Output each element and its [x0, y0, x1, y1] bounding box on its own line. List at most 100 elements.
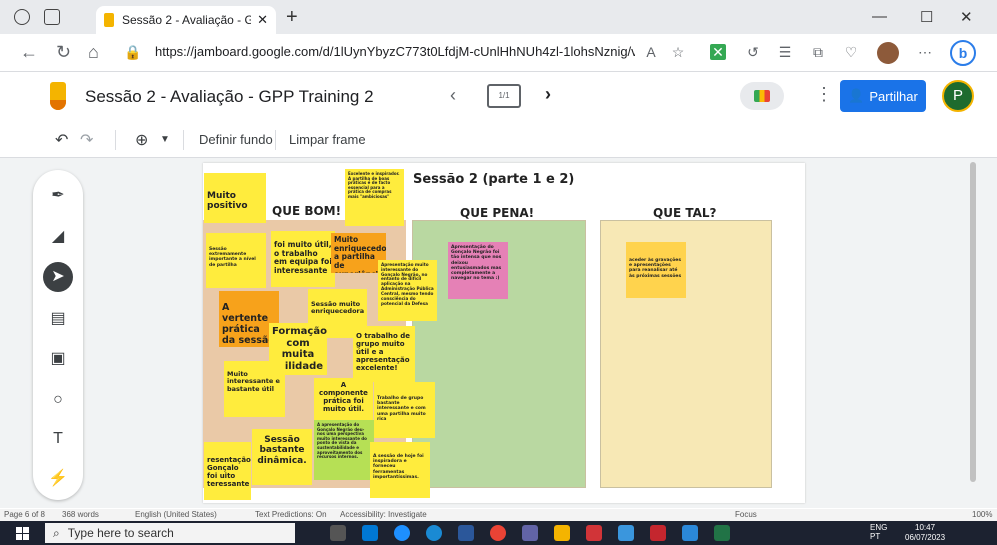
browser-essentials-icon[interactable]: ♡	[843, 44, 859, 60]
board-title: Sessão 2 (parte 1 e 2)	[413, 172, 575, 187]
minimize-icon[interactable]: —	[872, 8, 887, 25]
sticky-note[interactable]: Sessão extremamente importante a nível d…	[206, 233, 266, 288]
sticky-note[interactable]: aceder às gravações e apresentações para…	[626, 242, 686, 298]
text-box-icon[interactable]: T	[46, 427, 70, 451]
address-input[interactable]: https://jamboard.google.com/d/1lUynYbyzC…	[155, 44, 635, 59]
zoom-level[interactable]: 100%	[972, 510, 992, 519]
close-tab-icon[interactable]: ✕	[257, 12, 268, 28]
outlook-icon[interactable]	[362, 525, 378, 541]
zoom-icon[interactable]: ⊕	[135, 130, 148, 150]
close-window-icon[interactable]: ✕	[960, 8, 973, 26]
maximize-icon[interactable]: ☐	[920, 8, 933, 26]
word-icon[interactable]	[458, 525, 474, 541]
scrollbar-thumb[interactable]	[970, 162, 976, 482]
browser-tab[interactable]: Sessão 2 - Avaliação - GPP Trainin ✕	[96, 6, 276, 34]
tab-actions-icon[interactable]	[44, 9, 60, 25]
next-frame-icon[interactable]: ›	[545, 84, 551, 105]
settings-more-icon[interactable]: ⋯	[917, 44, 933, 60]
image-icon[interactable]: ▣	[46, 347, 70, 371]
jamboard-logo-icon[interactable]	[50, 82, 66, 110]
taskbar-search-input[interactable]: ⌕ Type here to search	[45, 523, 295, 543]
frame-bar-button[interactable]: 1/1	[487, 84, 521, 108]
bing-copilot-icon[interactable]: b	[950, 40, 976, 66]
jamboard-taskbar-icon[interactable]	[554, 525, 570, 541]
sticky-note[interactable]: A sessão de hoje foi inspiradora e forne…	[370, 442, 430, 498]
previous-frame-icon[interactable]: ‹	[450, 85, 456, 106]
sticky-note[interactable]: Muito positivo	[204, 173, 266, 223]
back-icon[interactable]: ←	[20, 42, 38, 63]
workspaces-icon[interactable]	[14, 9, 30, 25]
sticky-note[interactable]: Apresentação muito interessante do Gonça…	[378, 260, 437, 321]
meet-camera-icon	[754, 90, 770, 102]
text-predictions[interactable]: Text Predictions: On	[255, 510, 327, 519]
teams-icon[interactable]	[522, 525, 538, 541]
system-clock[interactable]: 10:47 06/07/2023	[905, 523, 945, 543]
sticky-note[interactable]: Apresentação do Gonçalo Negrão foi tão i…	[448, 242, 508, 299]
read-aloud-icon[interactable]: A	[643, 44, 659, 60]
more-options-icon[interactable]: ⋮	[815, 84, 833, 105]
jamboard-canvas[interactable]: Sessão 2 (parte 1 e 2) QUE BOM! QUE PENA…	[203, 163, 805, 503]
toolbar-divider	[115, 130, 116, 150]
toolbar-divider	[275, 130, 276, 150]
clear-frame-button[interactable]: Limpar frame	[289, 132, 366, 147]
sticky-note[interactable]: Excelente e inspirador. A partilha de bo…	[345, 169, 404, 226]
lock-icon[interactable]: 🔒	[124, 44, 141, 61]
accessibility-status[interactable]: Accessibility: Investigate	[340, 510, 427, 519]
set-background-button[interactable]: Definir fundo	[199, 132, 273, 147]
address-bar-row: ← ↻ ⌂ 🔒 https://jamboard.google.com/d/1l…	[0, 34, 997, 72]
edge-icon[interactable]	[394, 525, 410, 541]
account-avatar[interactable]: P	[942, 80, 974, 112]
windows-start-icon[interactable]	[16, 527, 29, 540]
language-tray[interactable]: ENG PT	[870, 523, 887, 541]
edge-alt-icon[interactable]	[426, 525, 442, 541]
page-count[interactable]: Page 6 of 8	[4, 510, 45, 519]
task-view-icon[interactable]	[330, 525, 346, 541]
browser-profile-avatar[interactable]	[877, 42, 899, 64]
collections-icon[interactable]: ⧉	[810, 44, 826, 60]
sticky-note-icon[interactable]: ▤	[46, 307, 70, 331]
chrome-icon[interactable]	[490, 525, 506, 541]
sticky-note[interactable]: Trabalho de grupo bastante interessante …	[374, 382, 435, 438]
app-icon[interactable]	[586, 525, 602, 541]
refresh-extension-icon[interactable]: ↺	[745, 44, 761, 60]
shape-icon[interactable]: ○	[46, 388, 70, 412]
redo-icon[interactable]: ↷	[80, 130, 93, 150]
search-icon: ⌕	[53, 525, 60, 540]
sticky-note[interactable]: foi muito útil, o trabalho em equipa foi…	[271, 231, 335, 287]
acrobat-icon[interactable]	[650, 525, 666, 541]
new-tab-icon[interactable]: +	[286, 6, 298, 29]
toolbar-divider	[183, 130, 184, 150]
eraser-icon[interactable]: ◢	[46, 225, 70, 249]
document-title[interactable]: Sessão 2 - Avaliação - GPP Training 2	[85, 87, 374, 107]
word-count[interactable]: 368 words	[62, 510, 99, 519]
browser-tab-strip: Sessão 2 - Avaliação - GPP Trainin ✕ + —…	[0, 0, 997, 34]
extension-icon[interactable]: ✕	[710, 44, 726, 60]
windows-taskbar: ⌕ Type here to search ENG PT 10:47 06/07/2…	[0, 521, 997, 545]
meet-present-button[interactable]	[740, 82, 784, 110]
pen-icon[interactable]: ✒	[46, 184, 70, 208]
sticky-note[interactable]: Muito interessante e bastante útil	[224, 361, 285, 417]
reload-icon[interactable]: ↻	[56, 42, 71, 63]
select-arrow-icon[interactable]: ➤	[43, 262, 73, 292]
sticky-note[interactable]: Sessão bastante dinâmica.	[252, 429, 312, 485]
jamboard-favicon-icon	[104, 13, 114, 27]
app-header: Sessão 2 - Avaliação - GPP Training 2 ‹ …	[0, 72, 997, 122]
sticky-note[interactable]: resentação Gonçalo foi uito teressante	[204, 442, 251, 500]
what-if-heading: QUE TAL?	[653, 206, 717, 220]
people-icon: 👤	[848, 88, 865, 103]
excel-icon[interactable]	[714, 525, 730, 541]
undo-icon[interactable]: ↶	[55, 130, 68, 150]
file-explorer-icon[interactable]	[618, 525, 634, 541]
vertical-scrollbar[interactable]	[970, 158, 978, 488]
home-icon[interactable]: ⌂	[88, 42, 99, 63]
sticky-note[interactable]: A apresentação do Gonçalo Negrão deu-nos…	[314, 420, 374, 480]
sticky-note[interactable]: O trabalho de grupo muito útil e a apres…	[353, 326, 415, 382]
focus-mode[interactable]: Focus	[735, 510, 757, 519]
share-button[interactable]: 👤 Partilhar	[840, 80, 926, 112]
language-indicator[interactable]: English (United States)	[135, 510, 217, 519]
favorite-star-icon[interactable]: ☆	[670, 44, 686, 60]
app-icon-2[interactable]	[682, 525, 698, 541]
zoom-dropdown-icon[interactable]: ▼	[160, 134, 170, 145]
laser-icon[interactable]: ⚡	[46, 467, 70, 491]
favorites-icon[interactable]: ☰	[777, 44, 793, 60]
